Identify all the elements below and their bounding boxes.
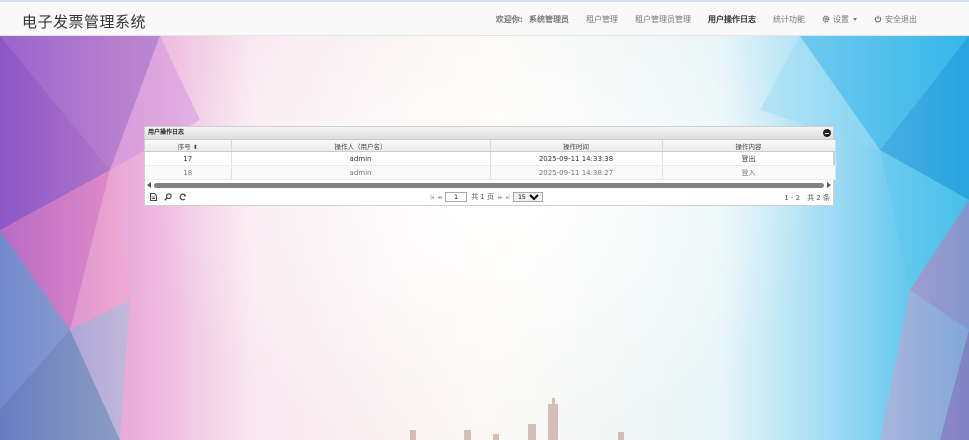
pager-tools (150, 193, 187, 201)
refresh-icon[interactable] (179, 193, 187, 201)
logout-label: 安全退出 (885, 14, 917, 24)
log-table: 序号 ⬍ 操作人（用户名） 操作时间 操作内容 17 admin 2025-09-… (145, 140, 836, 180)
welcome-text: 欢迎你: 系统管理员 (496, 14, 569, 25)
table-row[interactable]: 17 admin 2025-09-11 14:33:38 登出 (145, 151, 836, 166)
gear-icon (822, 15, 830, 23)
welcome-prefix: 欢迎你: (495, 14, 523, 24)
column-header-time[interactable]: 操作时间 (490, 140, 663, 152)
page-number-input[interactable] (445, 192, 468, 202)
scroll-left-icon[interactable] (147, 182, 151, 188)
logout-link[interactable]: 安全退出 (874, 14, 917, 25)
record-info: 1 - 2 共 2 条 (784, 194, 830, 202)
search-icon[interactable] (164, 193, 172, 201)
cell-id: 17 (145, 151, 232, 166)
top-navbar: 电子发票管理系统 欢迎你: 系统管理员 租户管理 租户管理员管理 用户操作日志 … (0, 0, 969, 36)
nav-menu: 欢迎你: 系统管理员 租户管理 租户管理员管理 用户操作日志 统计功能 设置 安… (479, 2, 917, 36)
cell-time: 2025-09-11 14:33:38 (490, 151, 663, 166)
total-pages: 共 1 页 (471, 193, 494, 201)
nav-item-user-log[interactable]: 用户操作日志 (708, 14, 756, 25)
cell-user: admin (231, 151, 491, 166)
pager: |◂ ◂◂ 共 1 页 ▸▸ ▸| 15 1 - 2 共 2 条 (145, 191, 833, 205)
column-header-action[interactable]: 操作内容 (662, 140, 836, 152)
user-name: 系统管理员 (529, 14, 569, 24)
settings-dropdown[interactable]: 设置 (822, 14, 857, 25)
next-page-icon[interactable]: ▸▸ (498, 194, 503, 201)
nav-item-tenant[interactable]: 租户管理 (586, 14, 618, 25)
cell-time: 2025-09-11 14:38:27 (490, 165, 663, 180)
column-header-id[interactable]: 序号 ⬍ (145, 140, 232, 152)
horizontal-scrollbar[interactable] (146, 182, 832, 189)
scroll-right-icon[interactable] (827, 182, 831, 188)
nav-item-tenant-admin[interactable]: 租户管理员管理 (635, 14, 691, 25)
last-page-icon[interactable]: ▸| (506, 194, 510, 201)
app-title: 电子发票管理系统 (22, 13, 147, 31)
pager-controls: |◂ ◂◂ 共 1 页 ▸▸ ▸| 15 (430, 192, 544, 202)
table-header-row: 序号 ⬍ 操作人（用户名） 操作时间 操作内容 (145, 140, 836, 152)
table-row[interactable]: 18 admin 2025-09-11 14:38:27 登入 (145, 165, 836, 180)
caret-down-icon (853, 17, 857, 21)
background (0, 0, 969, 440)
settings-label: 设置 (833, 14, 849, 24)
power-icon (874, 15, 882, 23)
prev-page-icon[interactable]: ◂◂ (437, 194, 442, 201)
page-size-select[interactable]: 15 (513, 192, 544, 202)
cell-id: 18 (145, 165, 232, 180)
cell-user: admin (231, 165, 491, 180)
grid-title: 用户操作日志 (145, 127, 833, 140)
cell-action: 登出 (662, 151, 836, 166)
first-page-icon[interactable]: |◂ (430, 194, 434, 201)
log-grid: 用户操作日志 序号 ⬍ 操作人（用户名） 操作时间 操作内容 17 admin 2… (144, 126, 836, 206)
document-icon[interactable] (150, 193, 157, 201)
nav-item-statistics[interactable]: 统计功能 (773, 14, 805, 25)
cell-action: 登入 (662, 165, 836, 180)
column-header-user[interactable]: 操作人（用户名） (231, 140, 491, 152)
collapse-icon[interactable] (823, 129, 831, 137)
sort-icon: ⬍ (192, 143, 198, 151)
scroll-thumb[interactable] (154, 183, 824, 188)
grid-title-text: 用户操作日志 (148, 129, 185, 136)
